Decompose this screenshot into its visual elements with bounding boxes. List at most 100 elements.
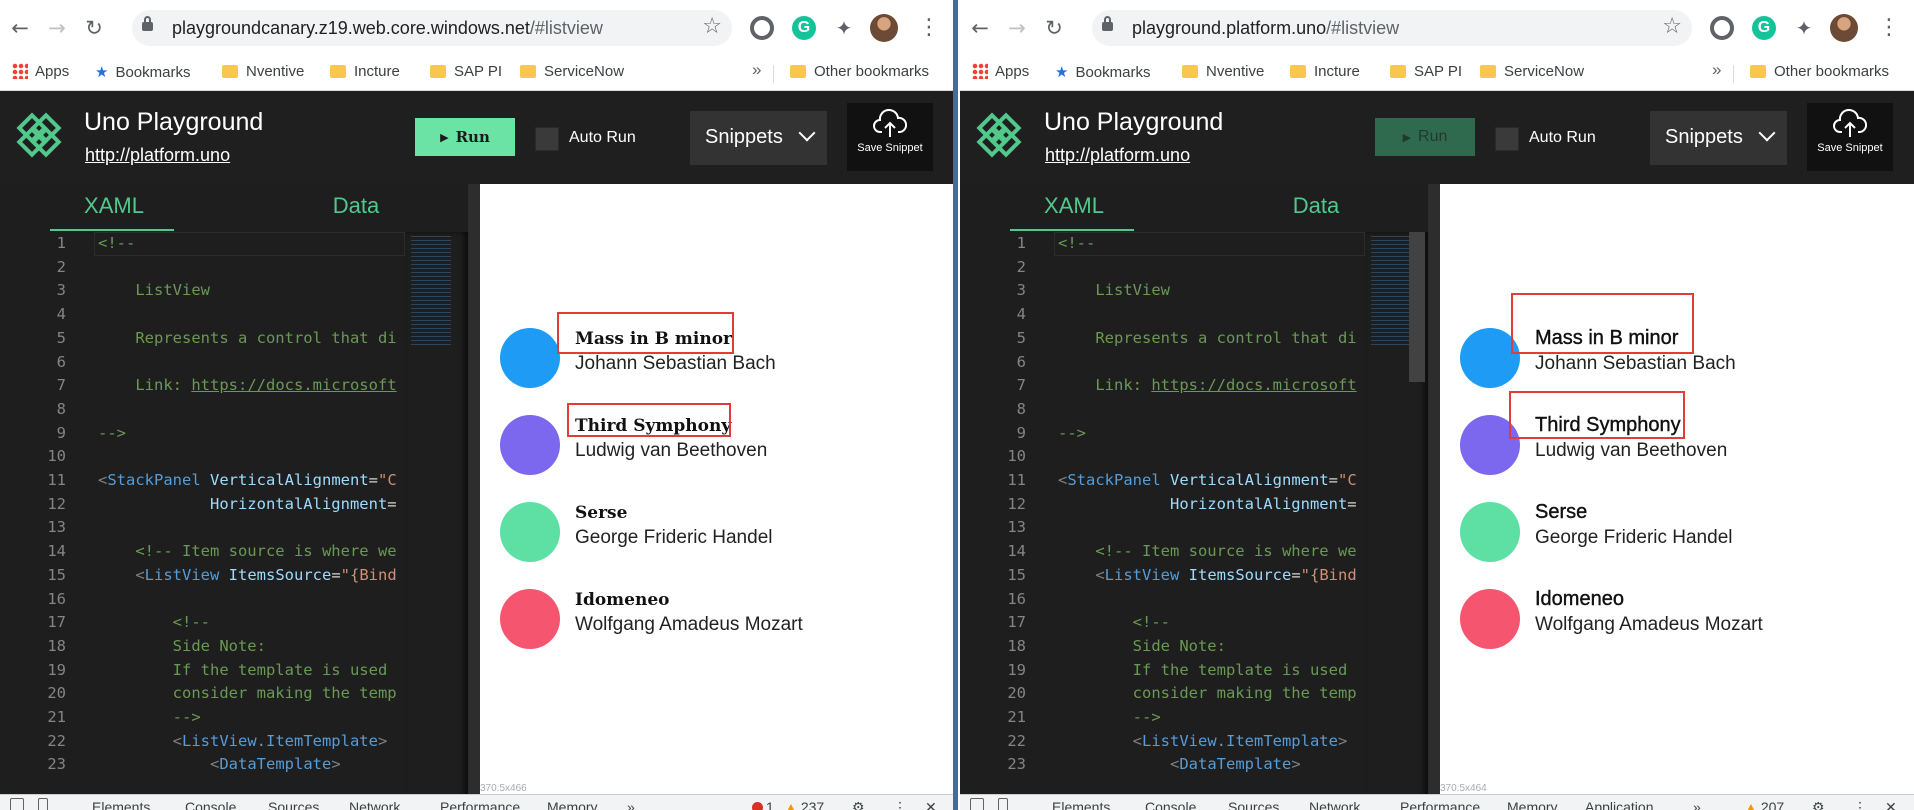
bookmark-folder-incture[interactable]: Incture [1290,63,1360,80]
list-item[interactable]: Serse George Frideric Handel [1440,495,1914,575]
save-snippet-button[interactable]: Save Snippet [1807,103,1893,171]
code-line[interactable]: 4 [960,305,1365,329]
warning-count[interactable]: ▲ 237 [784,799,824,810]
devtools-tab-memory[interactable]: Memory [1507,799,1558,810]
bookmarks-overflow-icon[interactable]: » [752,60,761,80]
save-snippet-button[interactable]: Save Snippet [847,103,933,171]
grammarly-icon[interactable]: G [792,16,816,40]
extensions-puzzle-icon[interactable]: ✦ [832,16,856,40]
code-line[interactable]: 13 [0,518,405,542]
code-area[interactable]: 1 <!-- 2 3 ListView 4 5 Represents a control … [0,232,405,792]
devtools-tab-network[interactable]: Network [349,799,400,810]
bookmarks-bookmark[interactable]: ★ Bookmarks [95,63,190,81]
code-line[interactable]: 9 --> [0,424,405,448]
omnibox[interactable]: playgroundcanary.z19.web.core.windows.ne… [132,10,732,46]
code-line[interactable]: 9 --> [960,424,1365,448]
bookmarks-overflow-icon[interactable]: » [1712,60,1721,80]
device-toolbar-icon[interactable] [998,798,1008,810]
browser-menu-icon[interactable]: ⋮ [918,16,940,40]
run-button[interactable]: ▶ Run [415,118,515,156]
code-line[interactable]: 23 <DataTemplate> [960,755,1365,779]
devtools-tab-performance[interactable]: Performance [440,799,520,810]
devtools-tab-elements[interactable]: Elements [1052,799,1110,810]
code-line[interactable]: 11 <StackPanel VerticalAlignment="C [960,471,1365,495]
devtools-tab-sources[interactable]: Sources [268,799,319,810]
devtools-settings-icon[interactable]: ⚙ [1812,799,1825,810]
bookmark-star-icon[interactable]: ☆ [702,14,722,39]
devtools-tab-console[interactable]: Console [1145,799,1196,810]
bookmark-folder-servicenow[interactable]: ServiceNow [520,63,624,80]
platform-link[interactable]: http://platform.uno [85,145,230,166]
code-line[interactable]: 7 Link: https://docs.microsoft [960,376,1365,400]
record-extension-icon[interactable] [1710,16,1734,40]
platform-link[interactable]: http://platform.uno [1045,145,1190,166]
tab-xaml[interactable]: XAML [54,193,174,219]
editor-scrollbar-thumb[interactable] [1409,232,1425,382]
code-line[interactable]: 8 [0,400,405,424]
code-line[interactable]: 16 [0,590,405,614]
device-toolbar-icon[interactable] [38,798,48,810]
bookmark-folder-nventive[interactable]: Nventive [1182,63,1264,80]
devtools-menu-icon[interactable]: ⋮ [893,799,907,810]
panel-splitter[interactable] [468,184,480,810]
code-line[interactable]: 18 Side Note: [0,637,405,661]
apps-bookmark[interactable]: Apps [12,63,69,80]
browser-menu-icon[interactable]: ⋮ [1878,16,1900,40]
other-bookmarks[interactable]: Other bookmarks [790,63,929,80]
list-item[interactable]: Idomeneo Wolfgang Amadeus Mozart [1440,582,1914,662]
code-line[interactable]: 14 <!-- Item source is where we [0,542,405,566]
code-line[interactable]: 5 Represents a control that di [960,329,1365,353]
devtools-tab-application[interactable]: Application [1585,799,1654,810]
snippets-dropdown[interactable]: Snippets [1650,111,1787,165]
warning-count[interactable]: ▲ 207 [1744,799,1784,810]
code-line[interactable]: 20 consider making the temp [960,684,1365,708]
devtools-tab-network[interactable]: Network [1309,799,1360,810]
code-line[interactable]: 3 ListView [0,281,405,305]
bookmark-star-icon[interactable]: ☆ [1662,14,1682,39]
code-line[interactable]: 17 <!-- [960,613,1365,637]
tab-data[interactable]: Data [1256,193,1376,219]
devtools-settings-icon[interactable]: ⚙ [852,799,865,810]
snippets-dropdown[interactable]: Snippets [690,111,827,165]
devtools-tab-performance[interactable]: Performance [1400,799,1480,810]
inspect-icon[interactable] [970,798,984,810]
bookmark-folder-sap-pi[interactable]: SAP PI [430,63,502,80]
code-line[interactable]: 11 <StackPanel VerticalAlignment="C [0,471,405,495]
list-item[interactable]: Idomeneo Wolfgang Amadeus Mozart [480,582,955,662]
code-line[interactable]: 10 [960,447,1365,471]
code-line[interactable]: 21 --> [0,708,405,732]
tab-data[interactable]: Data [296,193,416,219]
grammarly-icon[interactable]: G [1752,16,1776,40]
code-line[interactable]: 23 <DataTemplate> [0,755,405,779]
profile-avatar[interactable] [870,14,898,42]
bookmark-folder-incture[interactable]: Incture [330,63,400,80]
code-line[interactable]: 22 <ListView.ItemTemplate> [960,732,1365,756]
omnibox[interactable]: playground.platform.uno/#listview ☆ [1092,10,1692,46]
code-line[interactable]: 10 [0,447,405,471]
code-line[interactable]: 12 HorizontalAlignment= [0,495,405,519]
code-line[interactable]: 22 <ListView.ItemTemplate> [0,732,405,756]
list-item[interactable]: Serse George Frideric Handel [480,495,955,575]
back-icon[interactable]: ← [966,14,994,42]
code-line[interactable]: 21 --> [960,708,1365,732]
auto-run-checkbox[interactable] [535,127,559,151]
code-line[interactable]: 8 [960,400,1365,424]
code-line[interactable]: 15 <ListView ItemsSource="{Bind [0,566,405,590]
profile-avatar[interactable] [1830,14,1858,42]
code-line[interactable]: 13 [960,518,1365,542]
url-text[interactable]: playgroundcanary.z19.web.core.windows.ne… [172,18,603,39]
devtools-more-tabs[interactable]: » [1693,799,1701,810]
code-line[interactable]: 2 [0,258,405,282]
panel-splitter[interactable] [1428,184,1440,810]
back-icon[interactable]: ← [6,14,34,42]
forward-icon[interactable]: → [1003,14,1031,42]
forward-icon[interactable]: → [43,14,71,42]
extensions-puzzle-icon[interactable]: ✦ [1792,16,1816,40]
devtools-tab-memory[interactable]: Memory [547,799,598,810]
code-line[interactable]: 15 <ListView ItemsSource="{Bind [960,566,1365,590]
inspect-icon[interactable] [10,798,24,810]
code-line[interactable]: 2 [960,258,1365,282]
tab-xaml[interactable]: XAML [1014,193,1134,219]
code-line[interactable]: 6 [0,353,405,377]
code-line[interactable]: 12 HorizontalAlignment= [960,495,1365,519]
